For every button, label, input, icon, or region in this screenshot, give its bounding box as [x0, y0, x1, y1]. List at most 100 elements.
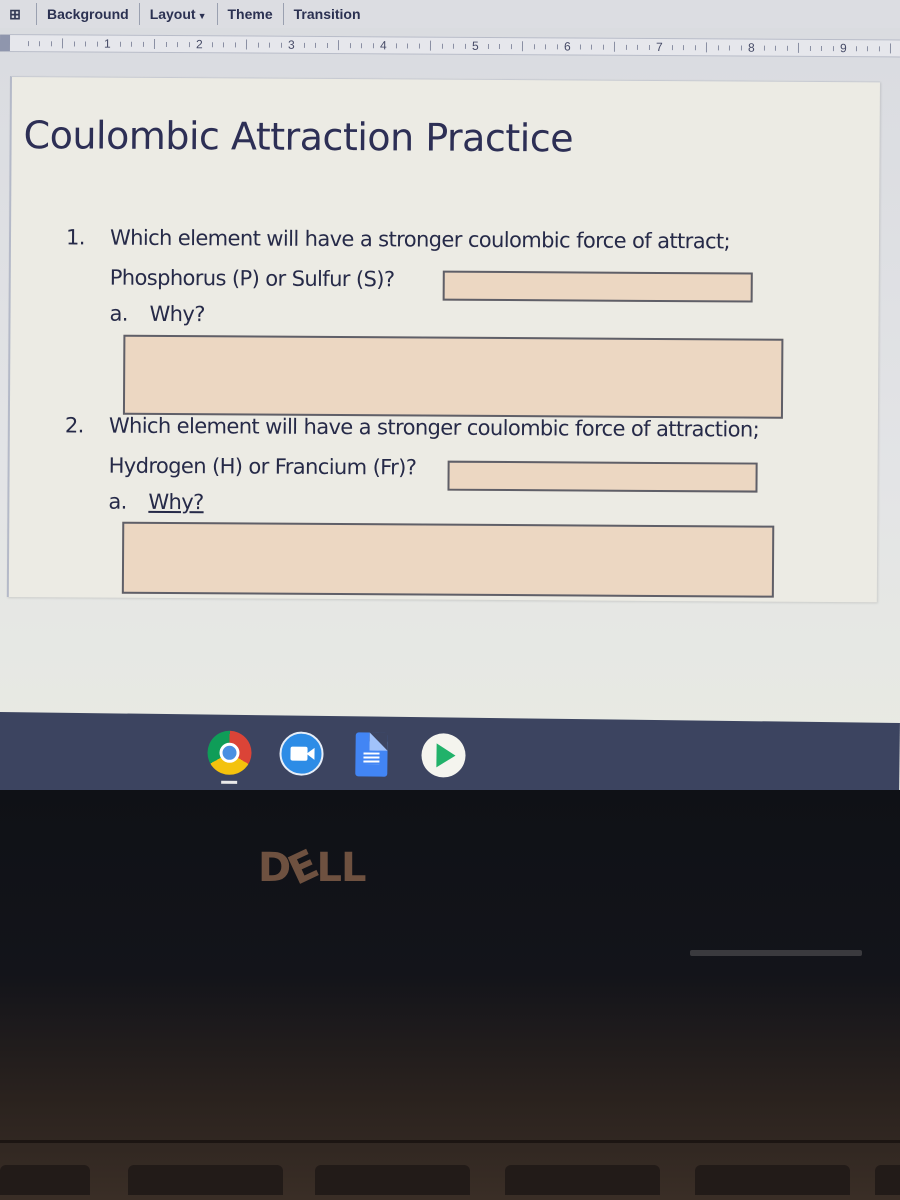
ruler-tick	[234, 42, 236, 48]
slide-canvas[interactable]: Coulombic Attraction Practice 1. Which el…	[6, 76, 880, 603]
keyboard-key	[0, 1165, 90, 1195]
ruler-tick	[533, 44, 535, 50]
add-slide-icon[interactable]: ⊞	[4, 3, 26, 25]
ruler-tick	[602, 44, 604, 50]
ruler-tick	[395, 43, 397, 49]
laptop-bezel: DELL	[0, 790, 900, 1200]
ruler-tick	[797, 42, 800, 53]
theme-button[interactable]: Theme	[228, 6, 273, 22]
layout-dropdown[interactable]: Layout ▼	[150, 6, 207, 22]
ruler-tick	[694, 45, 696, 51]
ruler-label: 2	[195, 37, 203, 52]
question-text: Which element will have a stronger coulo…	[109, 225, 731, 254]
ruler-tick	[866, 46, 868, 52]
question-1-line-1[interactable]: 1. Which element will have a stronger cou…	[66, 225, 730, 253]
ruler-tick	[84, 41, 87, 47]
question-2-why-label[interactable]: a. Why?	[108, 490, 203, 515]
ruler-tick	[556, 44, 558, 50]
ruler-tick	[73, 41, 75, 47]
ruler-tick	[165, 42, 167, 48]
question-2-line-2[interactable]: Hydrogen (H) or Francium (Fr)?	[109, 454, 417, 480]
horizontal-ruler[interactable]: 1 2 3 4 5 6 7 8 9	[0, 34, 900, 58]
docs-icon[interactable]	[355, 732, 388, 777]
ruler-tick	[222, 42, 225, 48]
question-2-answer-box[interactable]	[447, 460, 758, 493]
meet-icon[interactable]	[279, 731, 324, 776]
sub-label: a.	[108, 489, 127, 514]
ruler-tick	[268, 42, 271, 48]
ruler-tick	[498, 44, 501, 50]
ruler-tick	[625, 44, 627, 50]
question-1-why-label[interactable]: a. Why?	[109, 302, 204, 327]
ruler-tick	[717, 45, 719, 51]
question-2-why-box[interactable]	[121, 521, 775, 598]
question-1-answer-box[interactable]	[442, 270, 753, 303]
ruler-tick	[809, 45, 811, 51]
question-1-why-box[interactable]	[122, 334, 784, 419]
toolbar-divider	[138, 3, 140, 25]
keyboard-key	[128, 1165, 283, 1195]
chrome-icon[interactable]	[207, 730, 252, 784]
ruler-tick	[740, 45, 742, 51]
question-1-line-2[interactable]: Phosphorus (P) or Sulfur (S)?	[110, 266, 395, 292]
ruler-tick	[579, 44, 581, 50]
ruler-tick	[429, 40, 432, 51]
ruler-tick	[521, 41, 524, 52]
ruler-tick	[832, 46, 834, 52]
ruler-tick	[153, 38, 156, 49]
ruler-label: 1	[103, 36, 111, 51]
laptop-screen: ⊞ Background Layout ▼ Theme Transition 1 2…	[0, 0, 900, 790]
sub-label: a.	[109, 301, 128, 326]
layout-label: Layout	[149, 6, 196, 22]
play-store-icon[interactable]	[421, 733, 466, 778]
ruler-tick	[441, 43, 443, 49]
keyboard-key	[695, 1165, 850, 1195]
active-app-indicator	[221, 780, 238, 784]
logo-letter: L	[341, 845, 366, 891]
ruler-tick	[349, 43, 351, 49]
bezel-indicator-strip	[690, 950, 862, 956]
ruler-tick	[326, 42, 328, 49]
ruler-tick	[786, 45, 788, 51]
ruler-tick	[372, 43, 374, 49]
ruler-tick	[452, 43, 455, 49]
ruler-label: 6	[563, 39, 571, 54]
slide-title[interactable]: Coulombic Attraction Practice	[24, 113, 574, 160]
ruler-label: 4	[379, 38, 387, 53]
ruler-tick	[50, 41, 52, 47]
ruler-tick	[245, 39, 248, 50]
ruler-tick	[820, 46, 822, 52]
background-button[interactable]: Background	[47, 6, 129, 22]
ruler-tick	[510, 44, 512, 50]
ruler-tick	[314, 42, 317, 48]
ruler-margin-marker[interactable]	[0, 35, 11, 52]
ruler-tick	[176, 42, 179, 48]
ruler-tick	[636, 44, 639, 50]
laptop-hinge	[0, 1140, 900, 1143]
keyboard-key	[505, 1165, 660, 1195]
ruler-tick	[211, 42, 213, 48]
ruler-label: 9	[839, 41, 847, 56]
ruler-tick	[728, 45, 730, 51]
ruler-label: 3	[287, 37, 295, 52]
ruler-tick	[38, 41, 41, 47]
toolbar-divider	[36, 3, 37, 25]
ruler-tick	[682, 45, 684, 51]
ruler-label: 5	[471, 38, 479, 53]
transition-button[interactable]: Transition	[294, 6, 361, 22]
dell-logo: DELL	[258, 842, 367, 895]
ruler-tick	[360, 43, 363, 49]
ruler-tick	[303, 42, 305, 48]
toolbar-divider	[282, 3, 284, 25]
slides-toolbar: ⊞ Background Layout ▼ Theme Transition	[0, 0, 900, 28]
question-number: 2.	[64, 413, 84, 438]
ruler-tick	[590, 44, 593, 50]
ruler-tick	[544, 44, 547, 50]
ruler-tick	[763, 45, 765, 51]
ruler-tick	[613, 41, 616, 52]
ruler-tick	[96, 41, 98, 47]
question-2-line-1[interactable]: 2. Which element will have a stronger cou…	[65, 413, 759, 441]
ruler-tick	[142, 41, 144, 47]
ruler-tick	[648, 44, 650, 50]
ruler-tick	[487, 43, 489, 49]
